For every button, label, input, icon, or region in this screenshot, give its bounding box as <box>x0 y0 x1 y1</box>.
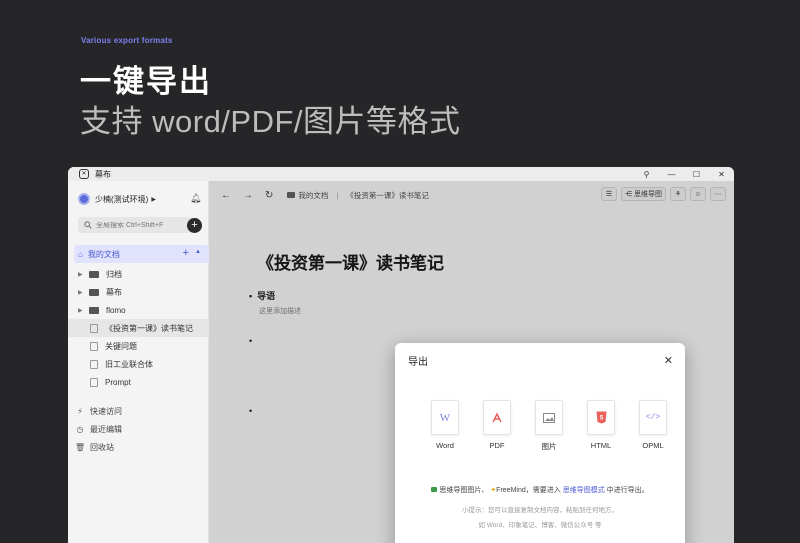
clock-icon: ◷ <box>76 424 84 434</box>
lightning-icon: ⚡︎ <box>77 406 83 416</box>
tree-item-archive[interactable]: ▶ 归档 <box>68 265 209 283</box>
workspace-name: 少楠(测试环境) <box>95 194 149 204</box>
my-docs-item[interactable]: ⌂ 我的文档 + ▲ <box>74 245 209 263</box>
export-image[interactable]: 图片 <box>523 400 575 452</box>
sidebar: 少楠(测试环境) ▶ 🔔︎ + ⌂ 我的文档 + ▲ ▶ 归档 ▶ 幕布 <box>68 181 209 543</box>
nav-recent[interactable]: ◷ 最近编辑 <box>68 420 209 438</box>
export-dialog: 导出 ✕ W Word PDF 图片 5 HTML </> OPML 思维导图图… <box>395 343 685 543</box>
close-icon[interactable]: ✕ <box>709 167 734 181</box>
image-icon <box>535 400 563 435</box>
app-window: ✕ 幕布 ⚲ — ☐ ✕ 少楠(测试环境) ▶ 🔔︎ + ⌂ 我的文档 + ▲ <box>68 167 734 543</box>
document-icon <box>90 323 98 333</box>
doc-tree: ▶ 归档 ▶ 幕布 ▶ flomo 《投资第一课》读书笔记 关键问题 旧工业联合… <box>68 265 209 391</box>
tree-item-flomo[interactable]: ▶ flomo <box>68 301 209 319</box>
document-icon <box>90 359 98 369</box>
expand-arrow-icon[interactable]: ▶ <box>78 289 84 296</box>
mindmap-mode-link[interactable]: 思维导图模式 <box>563 487 605 494</box>
export-pdf[interactable]: PDF <box>471 400 523 452</box>
app-name: 幕布 <box>95 169 111 179</box>
nav-trash[interactable]: 🗑︎ 回收站 <box>68 438 209 456</box>
export-word[interactable]: W Word <box>419 400 471 452</box>
app-logo-icon: ✕ <box>79 169 89 179</box>
avatar <box>78 193 90 205</box>
export-note: 思维导图图片、 ✦FreeMind，需要进入 思维导图模式 中进行导出。 <box>395 485 685 495</box>
html5-icon: 5 <box>587 400 615 435</box>
close-icon[interactable]: ✕ <box>664 354 673 367</box>
pin-icon[interactable]: ⚲ <box>634 167 659 181</box>
mindmap-badge-icon <box>431 487 438 492</box>
bottom-nav: ⚡︎ 快速访问 ◷ 最近编辑 🗑︎ 回收站 <box>68 402 209 456</box>
tip-line-2: 如 Word、印象笔记、博客、微信公众号 等 <box>478 522 602 529</box>
trash-icon: 🗑︎ <box>75 442 86 452</box>
maximize-icon[interactable]: ☐ <box>684 167 709 181</box>
nav-quick-access[interactable]: ⚡︎ 快速访问 <box>68 402 209 420</box>
main-area: ← → ↻ 我的文档 | 《投资第一课》读书笔记 ☰ ⋲ 思维导图 ⚘ ☺ ⋯ … <box>209 181 734 543</box>
folder-icon <box>89 270 99 278</box>
add-doc-icon[interactable]: + <box>183 247 189 259</box>
tree-item-reading-notes[interactable]: 《投资第一课》读书笔记 <box>68 319 209 337</box>
minimize-icon[interactable]: — <box>659 167 684 181</box>
search-input[interactable] <box>96 221 186 229</box>
tree-item-key-questions[interactable]: 关键问题 <box>68 337 209 355</box>
workspace-switcher[interactable]: 少楠(测试环境) ▶ <box>78 193 156 205</box>
caret-right-icon: ▶ <box>151 196 156 203</box>
expand-arrow-icon[interactable]: ▶ <box>78 307 84 314</box>
add-button[interactable]: + <box>187 218 202 233</box>
search-box[interactable] <box>78 217 191 233</box>
dialog-title: 导出 <box>408 357 428 368</box>
hero-tagline: Various export formats <box>81 36 173 45</box>
tree-item-mubu[interactable]: ▶ 幕布 <box>68 283 209 301</box>
expand-arrow-icon[interactable]: ▶ <box>78 271 84 278</box>
export-opml[interactable]: </> OPML <box>627 400 679 452</box>
tree-item-prompt[interactable]: Prompt <box>68 373 209 391</box>
hero-title: 一键导出 <box>80 64 212 99</box>
title-bar: ✕ 幕布 ⚲ — ☐ ✕ <box>68 167 734 181</box>
document-icon <box>90 341 98 351</box>
home-icon: ⌂ <box>78 249 83 259</box>
document-icon <box>90 377 98 387</box>
export-html[interactable]: 5 HTML <box>575 400 627 452</box>
hero-subtitle: 支持 word/PDF/图片等格式 <box>80 104 461 139</box>
format-list: W Word PDF 图片 5 HTML </> OPML <box>419 400 679 452</box>
my-docs-label: 我的文档 <box>87 249 120 259</box>
caret-up-icon[interactable]: ▲ <box>195 249 201 255</box>
tip-line-1: 小提示：您可以直接复制文档内容，粘贴到任何地方， <box>462 507 618 514</box>
search-icon <box>84 221 92 229</box>
folder-icon <box>89 288 99 296</box>
bell-icon[interactable]: 🔔︎ <box>190 193 201 204</box>
pdf-icon <box>483 400 511 435</box>
word-icon: W <box>431 400 459 435</box>
folder-icon <box>89 306 99 314</box>
opml-icon: </> <box>639 400 667 435</box>
tree-item-industrial-union[interactable]: 旧工业联合体 <box>68 355 209 373</box>
